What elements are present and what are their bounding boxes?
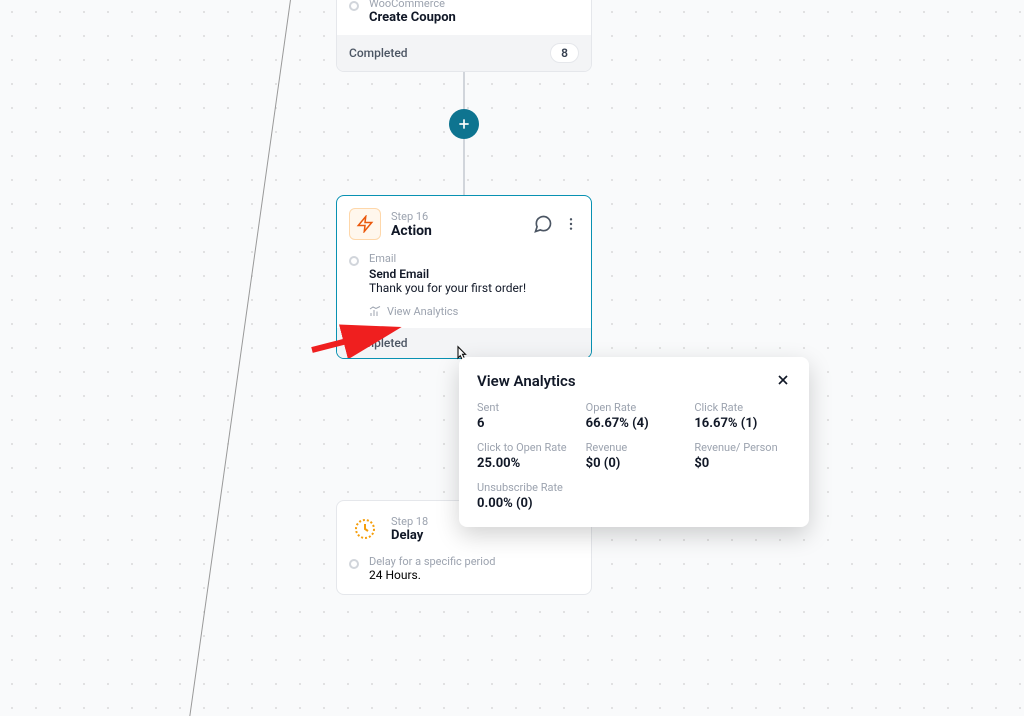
- red-arrow-annotation: [308, 318, 408, 358]
- lightning-icon: [356, 215, 374, 233]
- comment-icon[interactable]: [533, 214, 553, 234]
- stat-click-to-open: Click to Open Rate 25.00%: [477, 441, 574, 471]
- integration-label: WooCommerce: [369, 0, 456, 10]
- analytics-popover: View Analytics Sent 6 Open Rate 66.67% (…: [459, 357, 809, 527]
- connector-line: [463, 139, 465, 196]
- step-type-label: Action: [391, 223, 432, 239]
- step-number-label: Step 18: [391, 515, 428, 528]
- action-name: Send Email: [369, 267, 526, 281]
- stat-revenue: Revenue $0 (0): [586, 441, 683, 471]
- add-step-button[interactable]: [449, 109, 479, 139]
- view-analytics-link[interactable]: View Analytics: [369, 305, 579, 318]
- action-channel-label: Email: [369, 252, 526, 265]
- popover-title: View Analytics: [477, 372, 576, 390]
- close-icon: [775, 372, 791, 388]
- step-number-label: Step 16: [391, 210, 432, 223]
- action-description: Thank you for your first order!: [369, 281, 526, 295]
- decorative-line: [189, 0, 301, 716]
- automation-step-create-coupon[interactable]: WooCommerce Create Coupon Completed 8: [336, 0, 592, 72]
- delay-type-icon: [349, 513, 381, 545]
- status-label: Completed: [349, 46, 408, 60]
- stat-open-rate: Open Rate 66.67% (4): [586, 401, 683, 431]
- stat-sent: Sent 6: [477, 401, 574, 431]
- step-footer: Completed 8: [337, 35, 591, 71]
- connector-line: [463, 69, 465, 109]
- action-type-icon: [349, 208, 381, 240]
- stat-click-rate: Click Rate 16.67% (1): [694, 401, 791, 431]
- plus-icon: [456, 116, 472, 132]
- step-type-label: Delay: [391, 528, 428, 543]
- count-badge: 8: [550, 43, 579, 63]
- delay-description-label: Delay for a specific period: [369, 555, 495, 568]
- view-analytics-label: View Analytics: [387, 305, 458, 318]
- step-title: Create Coupon: [369, 10, 456, 25]
- delay-duration: 24 Hours.: [369, 568, 495, 582]
- stat-unsubscribe: Unsubscribe Rate 0.00% (0): [477, 481, 791, 511]
- clock-icon: [353, 517, 377, 541]
- more-icon[interactable]: [563, 216, 579, 232]
- automation-canvas[interactable]: WooCommerce Create Coupon Completed 8 St…: [0, 0, 1024, 588]
- analytics-icon: [369, 306, 381, 318]
- step-node-dot: [349, 559, 359, 569]
- step-node-dot: [349, 1, 359, 11]
- close-button[interactable]: [775, 371, 791, 391]
- step-node-dot: [349, 256, 359, 266]
- stat-revenue-person: Revenue/ Person $0: [694, 441, 791, 471]
